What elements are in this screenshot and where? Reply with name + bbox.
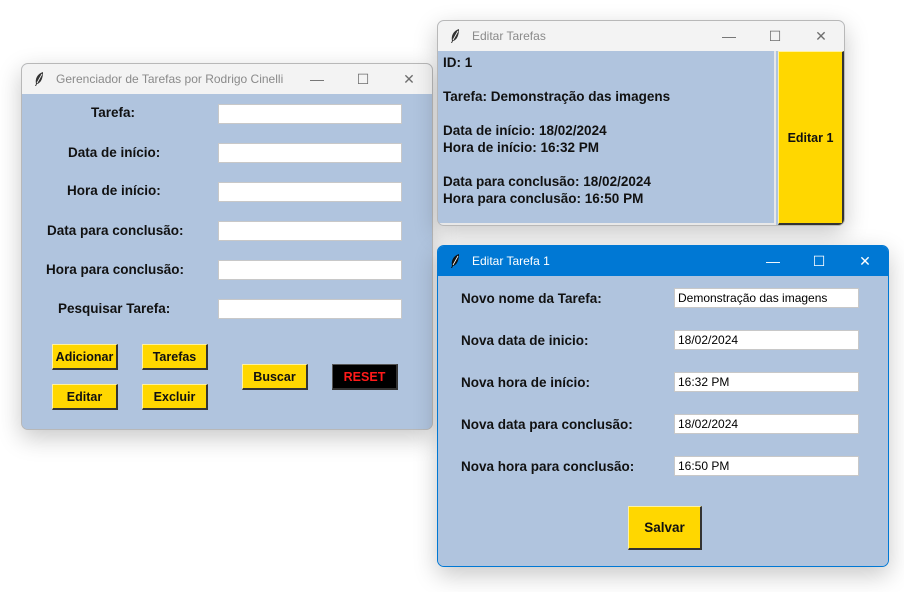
editar-tarefa-1-content: Novo nome da Tarefa: Nova data de inicio…	[438, 276, 888, 566]
label-novo-nome: Novo nome da Tarefa:	[461, 291, 602, 306]
close-icon[interactable]: ✕	[386, 64, 432, 94]
window-title: Gerenciador de Tarefas por Rodrigo Cinel…	[56, 72, 284, 86]
main-titlebar[interactable]: Gerenciador de Tarefas por Rodrigo Cinel…	[22, 64, 432, 94]
task-name: Tarefa: Demonstração das imagens	[443, 89, 671, 104]
data-inicio-input[interactable]	[218, 143, 402, 163]
novo-nome-input[interactable]	[674, 288, 859, 308]
reset-button[interactable]: RESET	[332, 364, 398, 390]
label-tarefa: Tarefa:	[91, 105, 136, 120]
close-icon[interactable]: ✕	[842, 246, 888, 276]
task-info-pane: ID: 1 Tarefa: Demonstração das imagens D…	[438, 51, 776, 225]
nova-data-conclusao-input[interactable]	[674, 414, 859, 434]
label-data-conclusao: Data para conclusão:	[47, 223, 184, 238]
main-content: Tarefa: Data de início: Hora de início: …	[22, 94, 432, 429]
feather-icon	[446, 253, 464, 269]
editar-1-button[interactable]: Editar 1	[778, 51, 844, 225]
maximize-icon[interactable]: ☐	[752, 21, 798, 51]
minimize-icon[interactable]: —	[706, 21, 752, 51]
maximize-icon[interactable]: ☐	[796, 246, 842, 276]
label-nova-hora-inicio: Nova hora de início:	[461, 375, 591, 390]
label-pesquisar: Pesquisar Tarefa:	[58, 301, 171, 316]
task-hora-conclusao: Hora para conclusão: 16:50 PM	[443, 191, 644, 206]
hora-inicio-input[interactable]	[218, 182, 402, 202]
close-icon[interactable]: ✕	[798, 21, 844, 51]
label-data-inicio: Data de início:	[68, 145, 161, 160]
excluir-button[interactable]: Excluir	[142, 384, 208, 410]
label-nova-data-conclusao: Nova data para conclusão:	[461, 417, 633, 432]
nova-hora-conclusao-input[interactable]	[674, 456, 859, 476]
tarefas-button[interactable]: Tarefas	[142, 344, 208, 370]
label-hora-conclusao: Hora para conclusão:	[46, 262, 185, 277]
task-hora-inicio: Hora de início: 16:32 PM	[443, 140, 600, 155]
hora-conclusao-input[interactable]	[218, 260, 402, 280]
maximize-icon[interactable]: ☐	[340, 64, 386, 94]
main-window: Gerenciador de Tarefas por Rodrigo Cinel…	[21, 63, 433, 430]
editar-tarefa-1-window: Editar Tarefa 1 — ☐ ✕ Novo nome da Taref…	[437, 245, 889, 567]
buscar-button[interactable]: Buscar	[242, 364, 308, 390]
pesquisar-input[interactable]	[218, 299, 402, 319]
feather-icon	[30, 71, 48, 87]
editar-tarefa-1-titlebar[interactable]: Editar Tarefa 1 — ☐ ✕	[438, 246, 888, 276]
window-title: Editar Tarefa 1	[472, 254, 550, 268]
editar-button[interactable]: Editar	[52, 384, 118, 410]
nova-data-inicio-input[interactable]	[674, 330, 859, 350]
adicionar-button[interactable]: Adicionar	[52, 344, 118, 370]
label-nova-data-inicio: Nova data de inicio:	[461, 333, 589, 348]
tarefa-input[interactable]	[218, 104, 402, 124]
minimize-icon[interactable]: —	[750, 246, 796, 276]
window-title: Editar Tarefas	[472, 29, 546, 43]
editar-tarefas-window: Editar Tarefas — ☐ ✕ ID: 1 Tarefa: Demon…	[437, 20, 845, 226]
task-data-conclusao: Data para conclusão: 18/02/2024	[443, 174, 651, 189]
editar-tarefas-titlebar[interactable]: Editar Tarefas — ☐ ✕	[438, 21, 844, 51]
data-conclusao-input[interactable]	[218, 221, 402, 241]
label-nova-hora-conclusao: Nova hora para conclusão:	[461, 459, 635, 474]
label-hora-inicio: Hora de início:	[67, 183, 161, 198]
salvar-button[interactable]: Salvar	[628, 506, 702, 550]
task-data-inicio: Data de início: 18/02/2024	[443, 123, 607, 138]
feather-icon	[446, 28, 464, 44]
task-id: ID: 1	[443, 55, 473, 70]
minimize-icon[interactable]: —	[294, 64, 340, 94]
nova-hora-inicio-input[interactable]	[674, 372, 859, 392]
editar-tarefas-content: ID: 1 Tarefa: Demonstração das imagens D…	[438, 51, 844, 225]
